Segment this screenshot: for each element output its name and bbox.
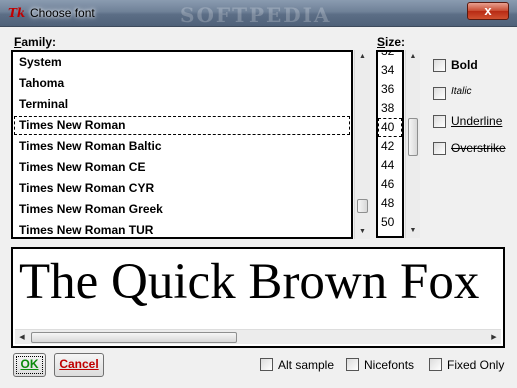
size-listbox[interactable]: 32 34 36 38 40 42 44 46 48 50	[376, 50, 404, 238]
family-label: Family:	[14, 35, 57, 49]
scroll-up-icon[interactable]: ▲	[406, 50, 420, 64]
underline-label[interactable]: Underline	[451, 114, 502, 128]
family-item[interactable]: Times New Roman CYR	[13, 178, 351, 199]
family-item-selected[interactable]: Times New Roman	[13, 115, 351, 136]
size-item[interactable]: 48	[378, 194, 402, 213]
preview-pane: The Quick Brown Fox ◀ ▶	[11, 247, 505, 348]
title-bar[interactable]: Tk Choose font SOFTPEDIA x	[0, 0, 517, 27]
fixed-only-label[interactable]: Fixed Only	[447, 358, 504, 372]
overstrike-checkbox[interactable]	[433, 142, 446, 155]
close-icon: x	[484, 3, 492, 18]
scroll-down-icon[interactable]: ▼	[355, 225, 370, 239]
scroll-up-icon[interactable]: ▲	[355, 50, 370, 64]
nicefonts-label[interactable]: Nicefonts	[364, 358, 414, 372]
cancel-button[interactable]: Cancel	[54, 353, 104, 377]
family-scrollbar[interactable]: ▲ ▼	[354, 50, 370, 239]
size-item[interactable]: 44	[378, 156, 402, 175]
size-item[interactable]: 36	[378, 80, 402, 99]
underline-checkbox[interactable]	[433, 115, 446, 128]
size-item[interactable]: 32	[378, 52, 402, 61]
family-item[interactable]: Times New Roman CE	[13, 157, 351, 178]
family-scroll-thumb[interactable]	[357, 199, 368, 213]
italic-label[interactable]: Italic	[451, 86, 472, 97]
ok-button[interactable]: OK	[13, 353, 46, 377]
size-item[interactable]: 34	[378, 61, 402, 80]
size-item[interactable]: 38	[378, 99, 402, 118]
family-item[interactable]: Times New Roman Baltic	[13, 136, 351, 157]
family-item[interactable]: Times New Roman Greek	[13, 199, 351, 220]
family-item[interactable]: Tahoma	[13, 73, 351, 94]
preview-hscrollbar[interactable]: ◀ ▶	[15, 329, 501, 344]
size-scroll-thumb[interactable]	[408, 118, 418, 156]
close-button[interactable]: x	[467, 2, 509, 20]
size-item[interactable]: 50	[378, 213, 402, 232]
size-item[interactable]: 46	[378, 175, 402, 194]
alt-sample-label[interactable]: Alt sample	[278, 358, 334, 372]
scroll-down-icon[interactable]: ▼	[406, 224, 420, 238]
preview-scroll-thumb[interactable]	[31, 332, 237, 343]
family-listbox[interactable]: System Tahoma Terminal Times New Roman T…	[11, 50, 353, 239]
fixed-only-checkbox[interactable]	[429, 358, 442, 371]
size-item[interactable]: 42	[378, 137, 402, 156]
family-item[interactable]: System	[13, 52, 351, 73]
window-title: Choose font	[30, 6, 95, 20]
size-label: Size:	[377, 35, 406, 49]
italic-checkbox[interactable]	[433, 87, 446, 100]
bold-label[interactable]: Bold	[451, 58, 478, 72]
nicefonts-checkbox[interactable]	[346, 358, 359, 371]
overstrike-label[interactable]: Overstrike	[451, 141, 506, 155]
watermark: SOFTPEDIA	[180, 3, 332, 27]
bold-checkbox[interactable]	[433, 59, 446, 72]
scroll-right-icon[interactable]: ▶	[487, 330, 501, 345]
alt-sample-checkbox[interactable]	[260, 358, 273, 371]
app-icon: Tk	[8, 6, 26, 20]
preview-text: The Quick Brown Fox	[19, 254, 480, 310]
size-scrollbar[interactable]: ▲ ▼	[405, 50, 420, 238]
scroll-left-icon[interactable]: ◀	[15, 330, 29, 345]
family-item[interactable]: Terminal	[13, 94, 351, 115]
size-item-selected[interactable]: 40	[378, 118, 402, 137]
family-item[interactable]: Times New Roman TUR	[13, 220, 351, 237]
